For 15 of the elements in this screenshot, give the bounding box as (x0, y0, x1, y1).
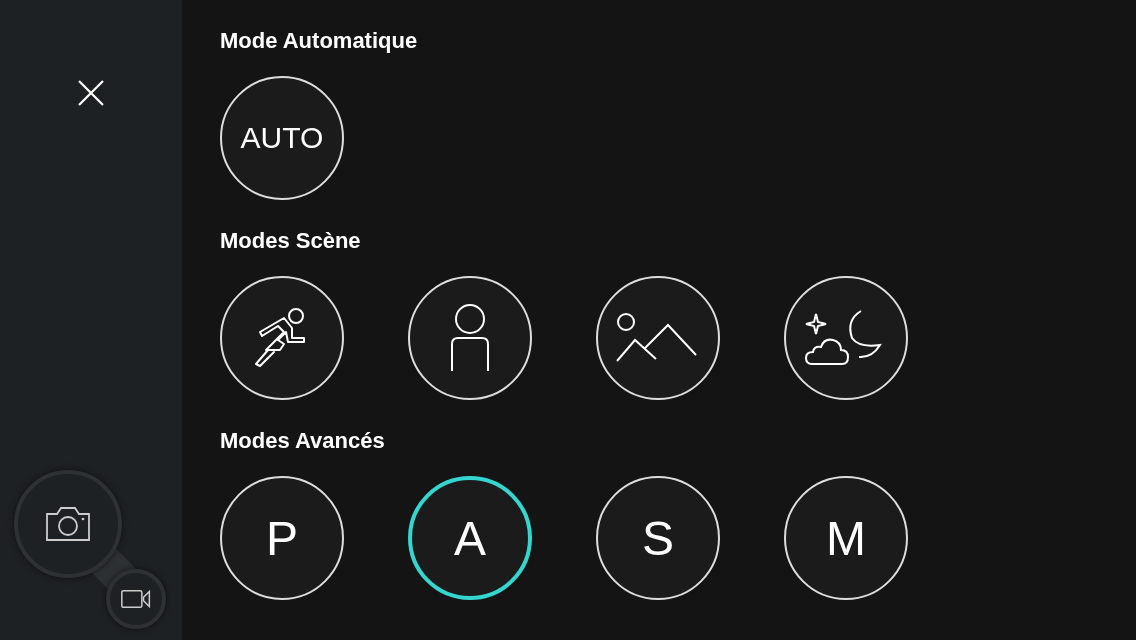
close-button[interactable] (76, 78, 106, 108)
mode-button[interactable]: M (784, 476, 908, 600)
video-mode-button[interactable] (106, 569, 166, 629)
mode-button[interactable]: S (596, 476, 720, 600)
mode-button[interactable]: P (220, 476, 344, 600)
camera-icon (45, 506, 91, 542)
landscape-icon (616, 313, 700, 363)
section-title: Modes Scène (220, 228, 362, 254)
section-title: Mode Automatique (220, 28, 419, 54)
mode-button[interactable]: A (408, 476, 532, 600)
video-camera-icon (121, 588, 151, 610)
close-icon (77, 79, 105, 107)
section-title: Modes Avancés (220, 428, 386, 454)
person-icon (450, 304, 490, 372)
mode-button[interactable]: AUTO (220, 76, 344, 200)
